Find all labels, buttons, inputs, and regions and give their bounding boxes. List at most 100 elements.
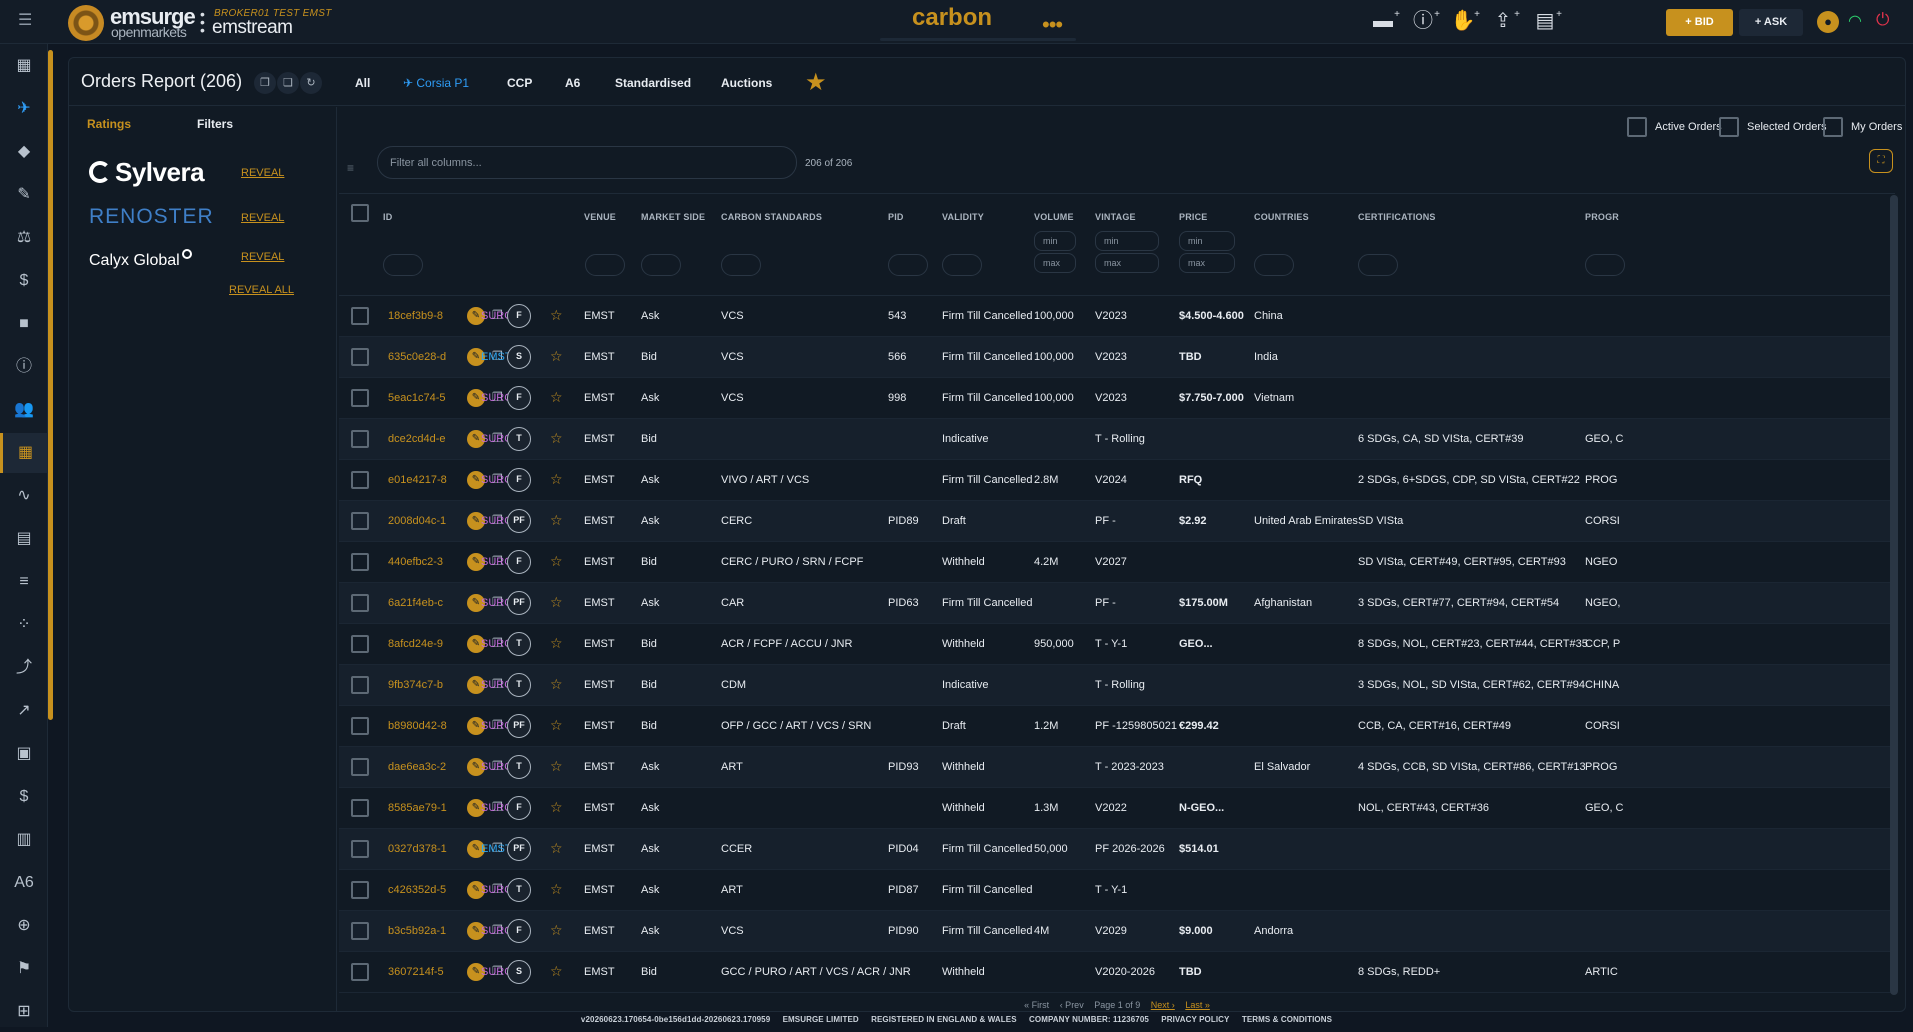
row-checkbox[interactable]: [351, 963, 369, 981]
order-id[interactable]: 9fb374c7-b: [388, 679, 443, 691]
order-id[interactable]: 635c0e28-d: [388, 351, 446, 363]
order-id[interactable]: 5eac1c74-5: [388, 392, 446, 404]
scatter-icon[interactable]: ⁘: [0, 605, 48, 645]
tab-ccp[interactable]: CCP: [507, 76, 532, 90]
order-id[interactable]: e01e4217-8: [388, 474, 447, 486]
info-icon[interactable]: ⓘ: [0, 347, 48, 387]
row-checkbox[interactable]: [351, 758, 369, 776]
copy-icon[interactable]: ❐: [254, 72, 276, 94]
my-orders-checkbox[interactable]: [1823, 117, 1843, 137]
menu-icon[interactable]: ☰: [18, 13, 36, 29]
table-icon[interactable]: ▦: [0, 433, 48, 473]
certifications-filter[interactable]: [1358, 254, 1398, 276]
column-menu-icon[interactable]: ≡: [347, 161, 354, 175]
favorite-star-icon[interactable]: ☆: [550, 389, 563, 406]
favorite-star-icon[interactable]: ☆: [550, 348, 563, 365]
flag-icon[interactable]: ⚑: [0, 949, 48, 989]
handshake-icon[interactable]: ✋ +: [1450, 9, 1480, 33]
table-row[interactable]: 8afcd24e-9 ✎ ❐ SURG T ☆ EMST Bid ACR / FCPF / AC…: [339, 624, 1895, 665]
a6-icon[interactable]: A6: [0, 863, 48, 903]
favorite-star-icon[interactable]: ☆: [550, 758, 563, 775]
row-checkbox[interactable]: [351, 840, 369, 858]
fullscreen-icon[interactable]: ⛶: [1869, 149, 1893, 173]
users-icon[interactable]: 👥: [0, 390, 48, 430]
favorite-star-icon[interactable]: ☆: [550, 471, 563, 488]
order-id[interactable]: 6a21f4eb-c: [388, 597, 443, 609]
col-header-certifications[interactable]: CERTIFICATIONS: [1358, 212, 1436, 222]
table-row[interactable]: 9fb374c7-b ✎ ❐ SURG T ☆ EMST Bid CDM Indicative T …: [339, 665, 1895, 706]
col-header-countries[interactable]: COUNTRIES: [1254, 212, 1309, 222]
row-checkbox[interactable]: [351, 307, 369, 325]
table-row[interactable]: 440efbc2-3 ✎ ❐ SURG F ☆ EMST Bid CERC / PURO / S…: [339, 542, 1895, 583]
order-id[interactable]: c426352d-5: [388, 884, 446, 896]
tab-filters[interactable]: Filters: [197, 117, 233, 131]
row-checkbox[interactable]: [351, 922, 369, 940]
programs-filter[interactable]: [1585, 254, 1625, 276]
scale-icon[interactable]: ⚖: [0, 218, 48, 258]
table-scrollbar[interactable]: [1890, 195, 1898, 995]
vintage-min-input[interactable]: min: [1095, 231, 1159, 251]
row-checkbox[interactable]: [351, 553, 369, 571]
row-checkbox[interactable]: [351, 799, 369, 817]
analytics-icon[interactable]: ∿: [0, 476, 48, 516]
info-plus-icon[interactable]: ⓘ +: [1410, 9, 1440, 33]
order-id[interactable]: 3607214f-5: [388, 966, 444, 978]
row-checkbox[interactable]: [351, 389, 369, 407]
table-row[interactable]: 2008d04c-1 ✎ ❐ SURG PF ☆ EMST Ask CERC PID89 Draft…: [339, 501, 1895, 542]
table-row[interactable]: dae6ea3c-2 ✎ ❐ SURG T ☆ EMST Ask ART PID93 Withhel…: [339, 747, 1895, 788]
row-checkbox[interactable]: [351, 348, 369, 366]
globe-icon[interactable]: ⊕: [0, 906, 48, 946]
col-header-id[interactable]: ID: [383, 212, 392, 222]
countries-filter[interactable]: [1254, 254, 1294, 276]
table-row[interactable]: 6a21f4eb-c ✎ ❐ SURG PF ☆ EMST Ask CAR PID63 Firm T…: [339, 583, 1895, 624]
order-id[interactable]: dae6ea3c-2: [388, 761, 446, 773]
tag-icon[interactable]: ◆: [0, 132, 48, 172]
col-header-venue[interactable]: VENUE: [584, 212, 616, 222]
bid-button[interactable]: + BID: [1666, 9, 1733, 36]
favorite-star-icon[interactable]: ☆: [550, 922, 563, 939]
venue-filter[interactable]: [585, 254, 625, 276]
bar-chart-icon[interactable]: ▥: [0, 820, 48, 860]
favorite-star-icon[interactable]: ☆: [550, 635, 563, 652]
order-id[interactable]: 440efbc2-3: [388, 556, 443, 568]
first-page-button[interactable]: « First: [1024, 1000, 1049, 1010]
volume-max-input[interactable]: max: [1034, 253, 1076, 273]
row-checkbox[interactable]: [351, 635, 369, 653]
report-plus-icon[interactable]: ▤ +: [1532, 9, 1562, 33]
col-header-market-side[interactable]: MARKET SIDE: [641, 212, 705, 222]
select-all-checkbox[interactable]: [351, 204, 369, 222]
tab-ratings[interactable]: Ratings: [87, 117, 131, 131]
table-row[interactable]: b3c5b92a-1 ✎ ❐ SURG F ☆ EMST Ask VCS PID90 Firm Ti…: [339, 911, 1895, 952]
standards-filter[interactable]: [721, 254, 761, 276]
col-header-validity[interactable]: VALIDITY: [942, 212, 984, 222]
table-row[interactable]: dce2cd4d-e ✎ ❐ SURG T ☆ EMST Bid Indicative T - R…: [339, 419, 1895, 460]
row-checkbox[interactable]: [351, 594, 369, 612]
tab-standardised[interactable]: Standardised: [615, 76, 691, 90]
price-min-input[interactable]: min: [1179, 231, 1235, 251]
favorite-star-icon[interactable]: ☆: [550, 594, 563, 611]
favorite-star-icon[interactable]: ☆: [550, 430, 563, 447]
trend-icon[interactable]: ⤴: [0, 648, 48, 688]
reveal-sylvera-link[interactable]: REVEAL: [241, 167, 284, 179]
order-id[interactable]: b8980d42-8: [388, 720, 447, 732]
order-id[interactable]: 2008d04c-1: [388, 515, 446, 527]
favorites-star-icon[interactable]: ★: [805, 68, 827, 97]
dollar-icon[interactable]: $: [0, 777, 48, 817]
table-row[interactable]: e01e4217-8 ✎ ❐ SURG F ☆ EMST Ask VIVO / ART / VC…: [339, 460, 1895, 501]
tab-all[interactable]: All: [355, 76, 370, 90]
folder-icon[interactable]: ■: [0, 304, 48, 344]
active-orders-checkbox[interactable]: [1627, 117, 1647, 137]
volume-min-input[interactable]: min: [1034, 231, 1076, 251]
row-checkbox[interactable]: [351, 717, 369, 735]
id-filter[interactable]: [383, 254, 423, 276]
favorite-star-icon[interactable]: ☆: [550, 553, 563, 570]
order-id[interactable]: dce2cd4d-e: [388, 433, 446, 445]
table-row[interactable]: 18cef3b9-8 ✎ ❐ SURG F ☆ EMST Ask VCS 543 Firm Till…: [339, 296, 1895, 337]
favorite-star-icon[interactable]: ☆: [550, 799, 563, 816]
add-folder-icon[interactable]: ▬ +: [1370, 9, 1400, 33]
col-header-volume[interactable]: VOLUME: [1034, 212, 1074, 222]
privacy-policy-link[interactable]: PRIVACY POLICY: [1161, 1015, 1229, 1024]
table-row[interactable]: c426352d-5 ✎ ❐ SURG T ☆ EMST Ask ART PID87 Firm Ti…: [339, 870, 1895, 911]
product-title[interactable]: carbon: [912, 4, 992, 32]
paste-icon[interactable]: ❏: [277, 72, 299, 94]
